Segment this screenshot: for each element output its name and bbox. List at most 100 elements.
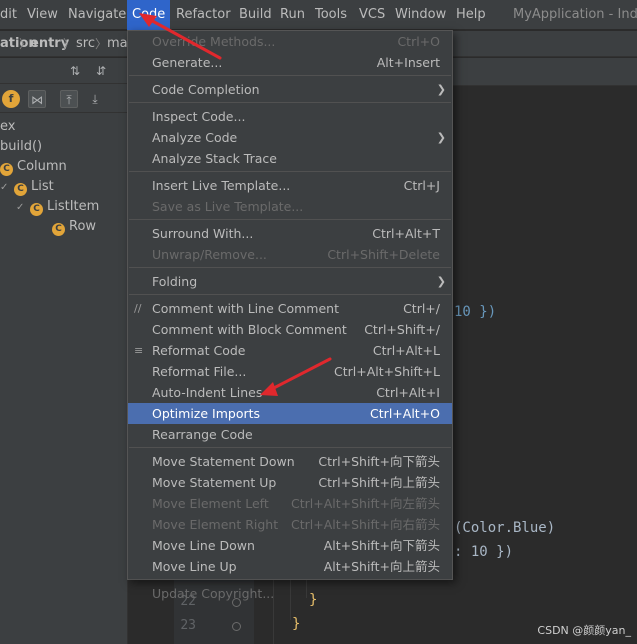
menu-vcs[interactable]: VCS — [359, 0, 385, 30]
menu-item-override-methods[interactable]: Override Methods... Ctrl+O — [128, 31, 452, 52]
menu-item-shortcut: Ctrl+J — [403, 178, 440, 193]
menu-item-rearrange-code[interactable]: Rearrange Code — [128, 424, 452, 445]
menu-item-label: Override Methods... — [152, 34, 276, 49]
menu-item-shortcut: Ctrl+/ — [403, 301, 440, 316]
menu-code[interactable]: Code — [127, 0, 171, 30]
code-fragment: : 10 }) — [454, 544, 514, 560]
menu-item-optimize-imports[interactable]: Optimize Imports Ctrl+Alt+O — [128, 403, 452, 424]
menu-item-shortcut: Ctrl+Alt+O — [370, 406, 440, 421]
chevron-right-icon: ❯ — [436, 275, 446, 288]
structure-panel: ⇅ ⇵ f ⋈ ⤒ ⤓ ex build() C Column ✓ C List ✓ C… — [0, 58, 128, 644]
menu-item-shortcut: Ctrl+Alt+L — [372, 343, 440, 358]
menu-item-label: Insert Live Template... — [152, 178, 291, 193]
chevron-down-icon[interactable]: ✓ — [0, 178, 10, 198]
menu-navigate[interactable]: Navigate — [68, 0, 126, 30]
class-icon: C — [0, 163, 13, 176]
menu-item-label: Comment with Block Comment — [152, 322, 347, 337]
menu-item-shortcut: Ctrl+Alt+Shift+向左箭头 — [291, 496, 440, 511]
menu-view[interactable]: View — [27, 0, 58, 30]
menu-item-label: Analyze Stack Trace — [152, 151, 277, 166]
menu-item-generate[interactable]: Generate... Alt+Insert — [128, 52, 452, 73]
editor-tab-strip — [452, 58, 637, 86]
class-icon: C — [30, 203, 43, 216]
menu-item-code-completion[interactable]: Code Completion ❯ — [128, 79, 452, 100]
menu-item-move-element-left[interactable]: Move Element Left Ctrl+Alt+Shift+向左箭头 — [128, 493, 452, 514]
tree-item-row[interactable]: C Row — [52, 217, 96, 237]
menu-item-shortcut: Alt+Shift+向下箭头 — [323, 538, 440, 553]
menu-item-analyze-stack-trace[interactable]: Analyze Stack Trace — [128, 148, 452, 169]
menu-item-label: Unwrap/Remove... — [152, 247, 267, 262]
menu-item-surround-with[interactable]: Surround With... Ctrl+Alt+T — [128, 223, 452, 244]
menu-divider — [129, 219, 451, 220]
code-fragment: 10 }) — [454, 304, 497, 320]
watermark: CSDN @颜颜yan_ — [537, 624, 631, 637]
menu-item-shortcut: Ctrl+Alt+T — [372, 226, 440, 241]
menu-item-label: Rearrange Code — [152, 427, 253, 442]
menu-item-label: Move Element Left — [152, 496, 269, 511]
menu-item-label: Optimize Imports — [152, 406, 261, 421]
menu-item-inspect-code[interactable]: Inspect Code... — [128, 106, 452, 127]
menu-item-label: Move Statement Down — [152, 454, 295, 469]
menu-item-label: Move Statement Up — [152, 475, 277, 490]
menu-item-reformat-file[interactable]: Reformat File... Ctrl+Alt+Shift+L — [128, 361, 452, 382]
tree-item-column[interactable]: C Column — [0, 157, 67, 177]
menu-item-label: Move Line Up — [152, 559, 237, 574]
menu-item-label: Save as Live Template... — [152, 199, 304, 214]
menu-item-move-statement-down[interactable]: Move Statement Down Ctrl+Shift+向下箭头 — [128, 451, 452, 472]
chevron-right-icon: ❯ — [436, 131, 446, 144]
expand-all-icon[interactable]: ⇅ — [66, 62, 84, 80]
menu-build[interactable]: Build — [239, 0, 272, 30]
class-icon: C — [52, 223, 65, 236]
menu-item-shortcut: Ctrl+O — [397, 34, 440, 49]
menu-item-shortcut: Ctrl+Shift+向上箭头 — [318, 475, 440, 490]
menu-item-auto-indent-lines[interactable]: Auto-Indent Lines Ctrl+Alt+I — [128, 382, 452, 403]
show-fields-icon[interactable]: f — [2, 90, 20, 108]
menu-item-reformat-code[interactable]: ≡ Reformat Code Ctrl+Alt+L — [128, 340, 452, 361]
menu-item-shortcut: Ctrl+Alt+I — [376, 385, 440, 400]
tree-item-build[interactable]: build() — [0, 137, 42, 157]
menu-item-comment-with-block-comment[interactable]: Comment with Block Comment Ctrl+Shift+/ — [128, 319, 452, 340]
menu-divider — [129, 579, 451, 580]
menu-item-move-element-right[interactable]: Move Element Right Ctrl+Alt+Shift+向右箭头 — [128, 514, 452, 535]
menu-help[interactable]: Help — [456, 0, 486, 30]
menu-window[interactable]: Window — [395, 0, 446, 30]
menu-item-label: Inspect Code... — [152, 109, 246, 124]
menu-tools[interactable]: Tools — [315, 0, 347, 30]
autoscroll-to-source-icon[interactable]: ⤒ — [60, 90, 78, 108]
menu-item-shortcut: Ctrl+Alt+Shift+向右箭头 — [291, 517, 440, 532]
menu-item-label: Reformat Code — [152, 343, 246, 358]
menu-item-shortcut: Ctrl+Shift+向下箭头 — [318, 454, 440, 469]
menu-item-label: Auto-Indent Lines — [152, 385, 263, 400]
menu-refactor[interactable]: Refactor — [176, 0, 231, 30]
menu-item-comment-with-line-comment[interactable]: // Comment with Line Comment Ctrl+/ — [128, 298, 452, 319]
menu-item-move-line-down[interactable]: Move Line Down Alt+Shift+向下箭头 — [128, 535, 452, 556]
show-inherited-icon[interactable]: ⋈ — [28, 90, 46, 108]
chevron-down-icon[interactable]: ✓ — [16, 198, 26, 218]
tree-item-list[interactable]: ✓ C List — [0, 177, 54, 197]
menu-item-move-statement-up[interactable]: Move Statement Up Ctrl+Shift+向上箭头 — [128, 472, 452, 493]
breadcrumb-src[interactable]: src — [76, 31, 95, 57]
menu-item-move-line-up[interactable]: Move Line Up Alt+Shift+向上箭头 — [128, 556, 452, 577]
menu-edit[interactable]: dit — [0, 0, 17, 30]
menu-divider — [129, 294, 451, 295]
menu-item-analyze-code[interactable]: Analyze Code ❯ — [128, 127, 452, 148]
menu-item-shortcut: Alt+Shift+向上箭头 — [323, 559, 440, 574]
menu-item-insert-live-template[interactable]: Insert Live Template... Ctrl+J — [128, 175, 452, 196]
menu-run[interactable]: Run — [280, 0, 305, 30]
menu-item-unwrap-remove[interactable]: Unwrap/Remove... Ctrl+Shift+Delete — [128, 244, 452, 265]
menu-item-label: Code Completion — [152, 82, 260, 97]
menu-item-update-copyright[interactable]: Update Copyright... — [128, 583, 452, 604]
autoscroll-from-source-icon[interactable]: ⤓ — [86, 90, 104, 108]
menu-divider — [129, 267, 451, 268]
menu-divider — [129, 102, 451, 103]
menu-bar: dit View Navigate Code Refactor Build Ru… — [0, 0, 637, 30]
menu-item-save-as-live-template[interactable]: Save as Live Template... — [128, 196, 452, 217]
menu-item-label: Analyze Code — [152, 130, 238, 145]
fold-marker-icon[interactable] — [232, 622, 241, 631]
tree-item-listitem[interactable]: ✓ C ListItem — [16, 197, 99, 217]
tree-item-index[interactable]: ex — [0, 117, 15, 137]
chevron-right-icon: ❯ — [436, 83, 446, 96]
menu-item-label: Surround With... — [152, 226, 254, 241]
menu-item-folding[interactable]: Folding ❯ — [128, 271, 452, 292]
collapse-all-icon[interactable]: ⇵ — [92, 62, 110, 80]
